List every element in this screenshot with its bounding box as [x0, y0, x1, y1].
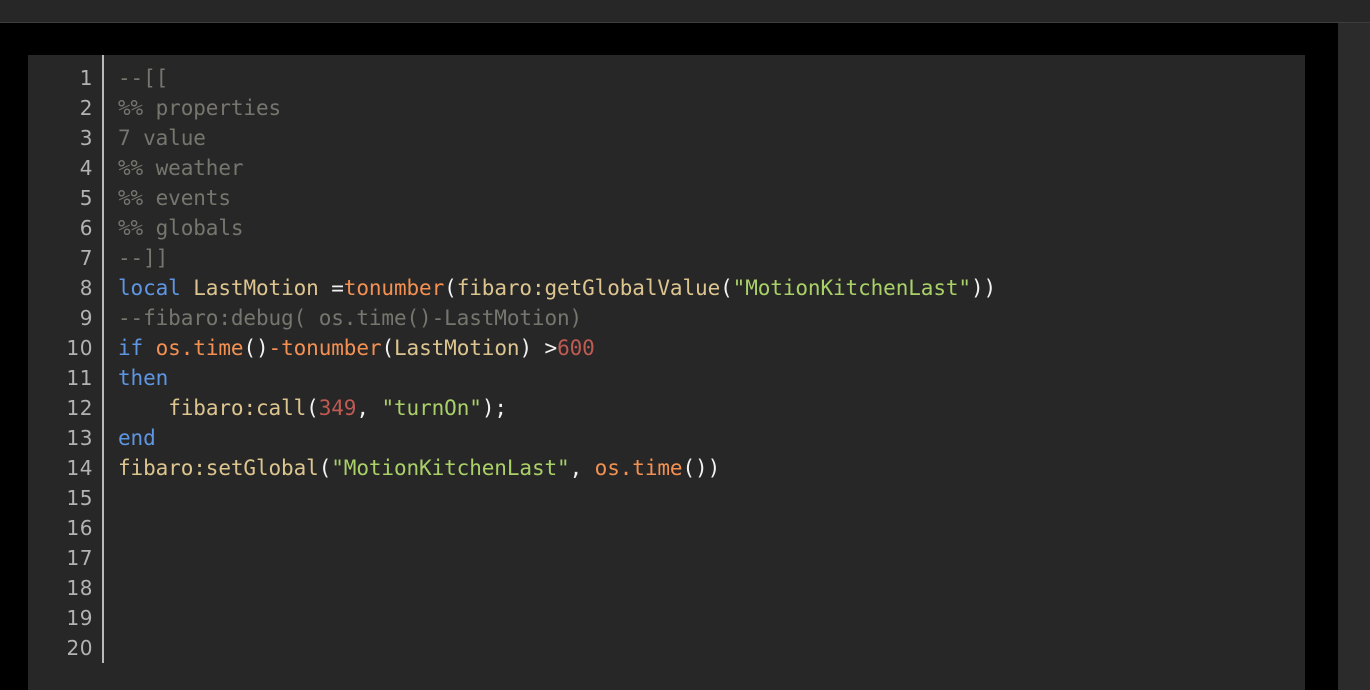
code-line[interactable]: %% weather: [118, 153, 1305, 183]
code-line[interactable]: [118, 573, 1305, 603]
code-line[interactable]: %% events: [118, 183, 1305, 213]
line-number: 11: [66, 366, 93, 390]
code-editor-panel[interactable]: 1 2 3 4 5 6 7 8 9 10 11 12 13 14 15 16 17 18 19 20 --[[%% p…: [28, 55, 1305, 690]
code-editor-grid: 1 2 3 4 5 6 7 8 9 10 11 12 13 14 15 16 17 18 19 20 --[[%% p…: [28, 55, 1305, 690]
code-token-op: =: [318, 276, 344, 300]
code-token-string: "MotionKitchenLast": [331, 456, 570, 480]
code-token-punct: ()): [682, 456, 721, 480]
code-token-comment: %% properties: [118, 96, 282, 120]
code-token-punct: (: [381, 336, 394, 360]
code-line[interactable]: [118, 513, 1305, 543]
line-number: 16: [66, 516, 93, 540]
code-line[interactable]: [118, 633, 1305, 663]
code-token-comment: 7 value: [118, 126, 206, 150]
code-token-punct: ,: [569, 456, 595, 480]
line-number: 7: [79, 246, 93, 270]
line-number: 3: [79, 126, 93, 150]
code-token-punct: (: [720, 276, 733, 300]
code-token-punct: (: [306, 396, 319, 420]
line-number: 6: [79, 216, 93, 240]
code-token-punct: )): [970, 276, 997, 300]
code-token-ident: fibaro:setGlobal: [118, 456, 319, 480]
code-line[interactable]: local LastMotion =tonumber(fibaro:getGlo…: [118, 273, 1305, 303]
line-number: 15: [66, 486, 93, 510]
line-number: 18: [66, 576, 93, 600]
code-token-number: 349: [318, 396, 357, 420]
code-token-ident: LastMotion: [193, 276, 319, 300]
code-line[interactable]: then: [118, 363, 1305, 393]
code-token-punct: (: [444, 276, 457, 300]
line-number: 19: [66, 606, 93, 630]
code-token-punct: [143, 336, 156, 360]
code-token-keyword: end: [118, 426, 156, 450]
code-token-punct: ,: [356, 396, 382, 420]
code-token-punct: );: [481, 396, 507, 420]
code-token-builtin: os.time: [155, 336, 244, 360]
line-number-gutter: 1 2 3 4 5 6 7 8 9 10 11 12 13 14 15 16 17 18 19 20: [28, 55, 104, 663]
line-number: 14: [66, 456, 93, 480]
code-token-comment: %% globals: [118, 216, 244, 240]
code-token-punct: (): [243, 336, 269, 360]
code-line[interactable]: %% properties: [118, 93, 1305, 123]
line-number: 4: [79, 156, 93, 180]
line-number: 12: [66, 396, 93, 420]
code-line[interactable]: fibaro:call(349, "turnOn");: [118, 393, 1305, 423]
code-token-string: "MotionKitchenLast": [732, 276, 971, 300]
page-root: 1 2 3 4 5 6 7 8 9 10 11 12 13 14 15 16 17 18 19 20 --[[%% p…: [0, 0, 1370, 690]
code-token-comment: --fibaro:debug( os.time()-LastMotion): [118, 306, 583, 330]
code-line[interactable]: fibaro:setGlobal("MotionKitchenLast", os…: [118, 453, 1305, 483]
line-number: 5: [79, 186, 93, 210]
code-line[interactable]: %% globals: [118, 213, 1305, 243]
line-number: 13: [66, 426, 93, 450]
code-token-punct: [118, 396, 168, 420]
code-line[interactable]: 7 value: [118, 123, 1305, 153]
code-token-keyword: then: [118, 366, 169, 390]
code-token-ident: fibaro:call: [168, 396, 307, 420]
code-token-builtin: tonumber: [343, 276, 445, 300]
code-token-number: 600: [557, 336, 595, 360]
code-token-builtin: tonumber: [281, 336, 382, 360]
code-line[interactable]: --[[: [118, 63, 1305, 93]
code-token-string: "turnOn": [381, 396, 482, 420]
code-token-ident: fibaro:getGlobalValue: [456, 276, 721, 300]
code-line[interactable]: [118, 543, 1305, 573]
code-line[interactable]: [118, 603, 1305, 633]
code-token-builtin: os.time: [594, 456, 683, 480]
code-line[interactable]: [118, 483, 1305, 513]
code-token-comment: %% weather: [118, 156, 244, 180]
line-number: 9: [79, 306, 93, 330]
code-token-ident: LastMotion: [394, 336, 520, 360]
code-token-keyword: if: [118, 336, 144, 360]
line-number: 10: [66, 336, 93, 360]
line-number: 2: [79, 96, 93, 120]
code-text-area[interactable]: --[[ %% properties 7 value %% weather %% eve…: [104, 55, 1305, 690]
code-line[interactable]: --fibaro:debug( os.time()-LastMotion): [118, 303, 1305, 333]
line-number: 8: [79, 276, 93, 300]
line-number: 20: [66, 636, 93, 660]
code-line[interactable]: if os.time()-tonumber(LastMotion) >600: [118, 333, 1305, 363]
code-token-comment: %% events: [118, 186, 231, 210]
code-line[interactable]: --]]: [118, 243, 1305, 273]
code-token-keyword: local: [118, 276, 181, 300]
code-token-builtin: -: [268, 336, 282, 360]
code-token-punct: [181, 276, 194, 300]
code-token-comment: --]]: [118, 246, 169, 270]
code-token-punct: ) >: [519, 336, 558, 360]
code-line[interactable]: end: [118, 423, 1305, 453]
line-number: 1: [79, 66, 93, 90]
window-top-strip: [0, 0, 1370, 23]
line-number: 17: [66, 546, 93, 570]
code-token-punct: (: [318, 456, 332, 480]
code-token-comment: --[[: [118, 66, 169, 90]
